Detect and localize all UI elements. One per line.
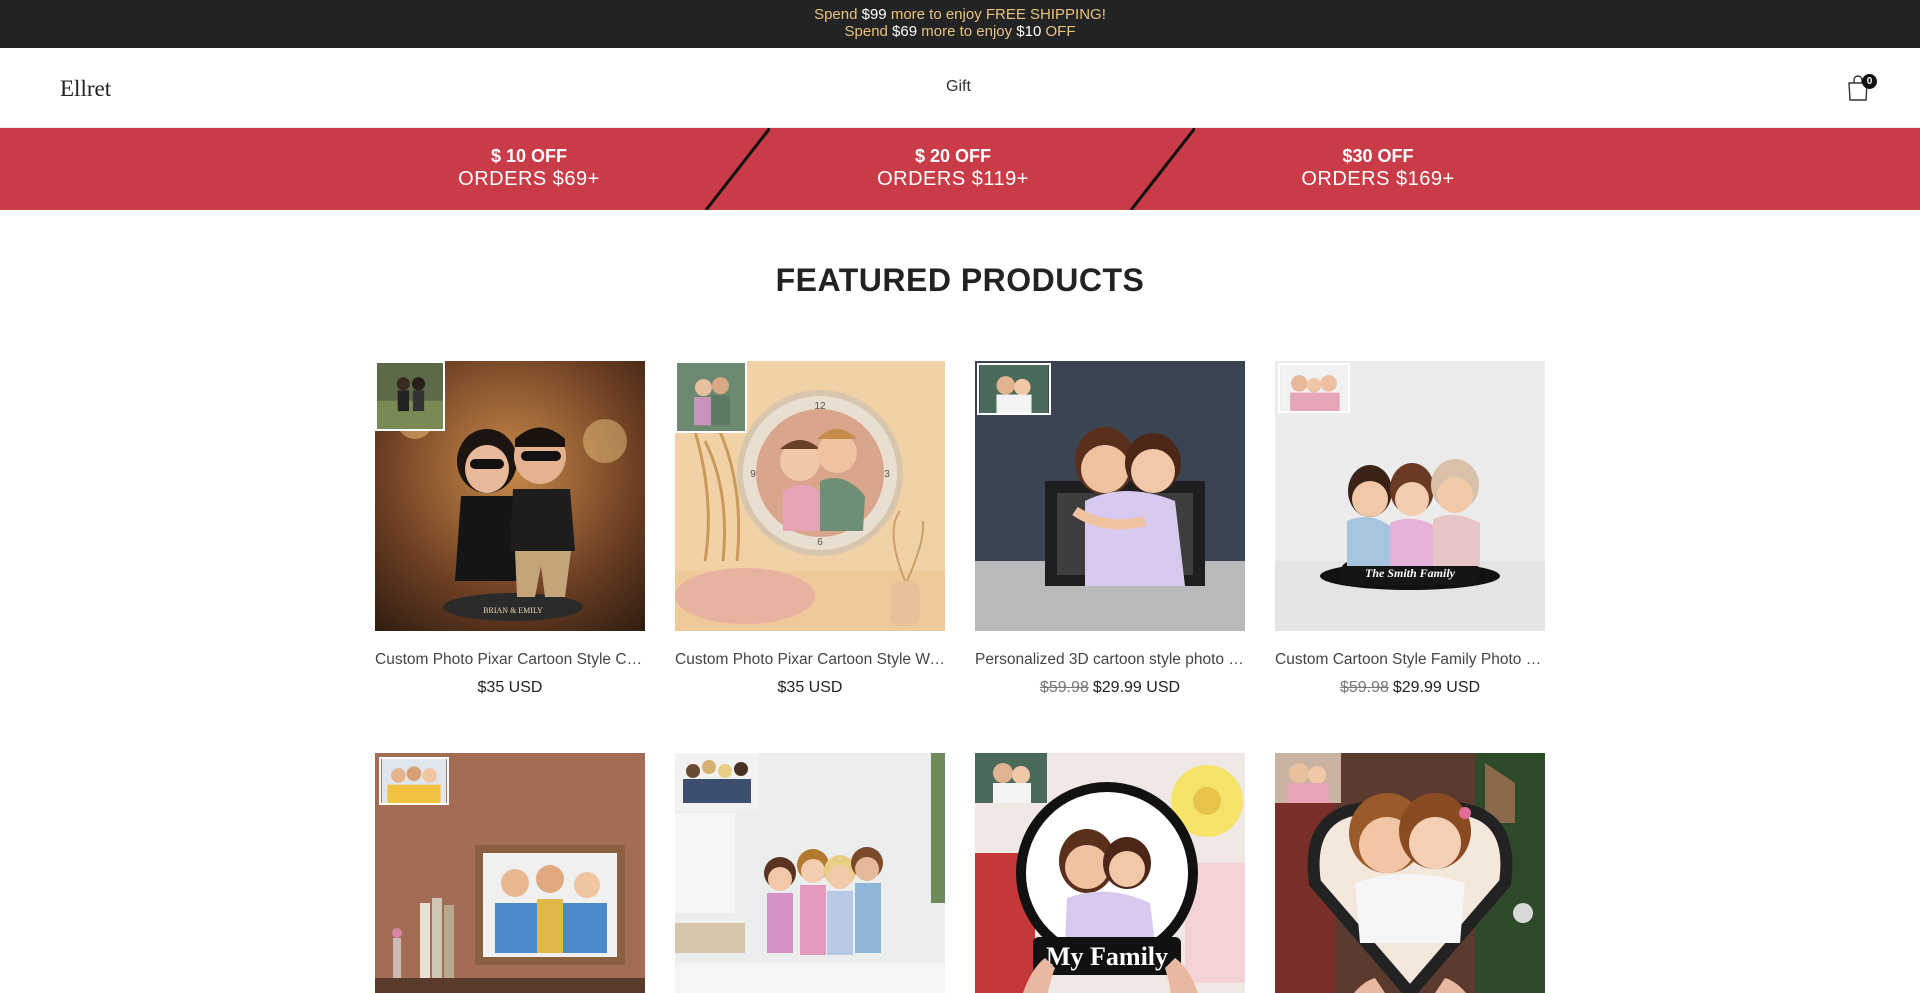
product-card[interactable]: Personalized 3D cartoon style photo fram…: [975, 361, 1245, 697]
product-card[interactable]: [675, 753, 945, 993]
nav-link-gift[interactable]: Gift: [946, 78, 971, 96]
product-price: $35 USD: [675, 679, 945, 697]
sale-price: $29.99 USD: [1092, 679, 1181, 696]
source-photo-thumbnail: [1275, 753, 1341, 803]
product-card[interactable]: [1275, 753, 1545, 993]
promo-discount: $30 OFF: [1342, 146, 1414, 166]
site-header: Ellret Gift 0: [0, 48, 1920, 128]
promo-divider: [1129, 128, 1195, 210]
announcement-text: more to enjoy: [917, 23, 1017, 40]
announcement-text: Spend: [814, 6, 862, 23]
plaque-text: The Smith Family: [1365, 566, 1456, 580]
product-image[interactable]: My Family: [975, 753, 1245, 993]
product-price: $35 USD: [375, 679, 645, 697]
product-image[interactable]: 12 3 6 9: [675, 361, 945, 631]
source-photo-thumbnail: [1278, 363, 1350, 413]
promo-threshold: ORDERS $119+: [877, 168, 1029, 190]
announcement-line-shipping: Spend $99 more to enjoy FREE SHIPPING!: [0, 6, 1920, 23]
product-card[interactable]: [375, 753, 645, 993]
source-photo-thumbnail: [975, 753, 1047, 803]
promo-divider: [704, 128, 770, 210]
source-photo-thumbnail: [675, 361, 747, 433]
product-title[interactable]: Custom Photo Pixar Cartoon Style Wall Cl…: [675, 651, 945, 669]
promo-banner[interactable]: $ 10 OFF ORDERS $69+ $ 20 OFF ORDERS $11…: [0, 128, 1920, 210]
product-image[interactable]: [375, 753, 645, 993]
sign-text: My Family: [1046, 942, 1168, 971]
figurine-label: BRIAN & EMILY: [483, 606, 543, 615]
sale-price: $35 USD: [777, 679, 843, 696]
announcement-bar: Spend $99 more to enjoy FREE SHIPPING! S…: [0, 0, 1920, 48]
product-card[interactable]: My Family: [975, 753, 1245, 993]
announcement-text: more to enjoy FREE SHIPPING!: [886, 6, 1106, 23]
source-photo-thumbnail: [977, 363, 1051, 415]
promo-threshold: ORDERS $69+: [458, 168, 600, 190]
svg-text:6: 6: [817, 537, 823, 548]
source-photo-thumbnail: [379, 757, 449, 805]
product-price: $59.98 $29.99 USD: [1275, 679, 1545, 697]
sale-price: $35 USD: [477, 679, 543, 696]
product-title[interactable]: Personalized 3D cartoon style photo fram…: [975, 651, 1245, 669]
svg-text:12: 12: [814, 401, 826, 412]
product-image[interactable]: [675, 753, 945, 993]
product-image[interactable]: [1275, 753, 1545, 993]
cart-count-badge: 0: [1862, 74, 1877, 89]
product-title[interactable]: Custom Cartoon Style Family Photo Plaque: [1275, 651, 1545, 669]
svg-text:9: 9: [750, 469, 756, 480]
store-logo[interactable]: Ellret: [60, 76, 111, 102]
promo-tier-3: $30 OFF ORDERS $169+: [1228, 145, 1528, 191]
announcement-line-discount: Spend $69 more to enjoy $10 OFF: [0, 23, 1920, 40]
product-title[interactable]: Custom Photo Pixar Cartoon Style Couple …: [375, 651, 645, 669]
featured-products-heading: FEATURED PRODUCTS: [775, 262, 1145, 298]
promo-tier-1: $ 10 OFF ORDERS $69+: [379, 145, 679, 191]
announcement-amount: $99: [861, 6, 887, 23]
announcement-amount: $10: [1016, 23, 1042, 40]
product-image[interactable]: BRIAN & EMILY: [375, 361, 645, 631]
promo-discount: $ 10 OFF: [490, 146, 568, 166]
promo-threshold: ORDERS $169+: [1301, 168, 1455, 190]
product-image[interactable]: The Smith Family: [1275, 361, 1545, 631]
promo-discount: $ 20 OFF: [914, 146, 992, 166]
svg-text:3: 3: [884, 469, 890, 480]
product-price: $59.98 $29.99 USD: [975, 679, 1245, 697]
sale-price: $29.99 USD: [1392, 679, 1481, 696]
announcement-text: Spend: [844, 23, 893, 40]
product-card[interactable]: The Smith Family Custom Cartoon Style Fa…: [1275, 361, 1545, 697]
product-image[interactable]: [975, 361, 1245, 631]
announcement-text: OFF: [1041, 23, 1076, 40]
compare-at-price: $59.98: [1339, 679, 1389, 696]
announcement-amount: $69: [892, 23, 918, 40]
product-card[interactable]: 12 3 6 9 Custom Photo Pixar Cartoon Styl…: [675, 361, 945, 697]
compare-at-price: $59.98: [1039, 679, 1089, 696]
product-card[interactable]: BRIAN & EMILY Custom Photo Pixar Cartoon…: [375, 361, 645, 697]
promo-tier-2: $ 20 OFF ORDERS $119+: [803, 145, 1103, 191]
source-photo-thumbnail: [375, 361, 445, 431]
source-photo-thumbnail: [675, 753, 759, 811]
